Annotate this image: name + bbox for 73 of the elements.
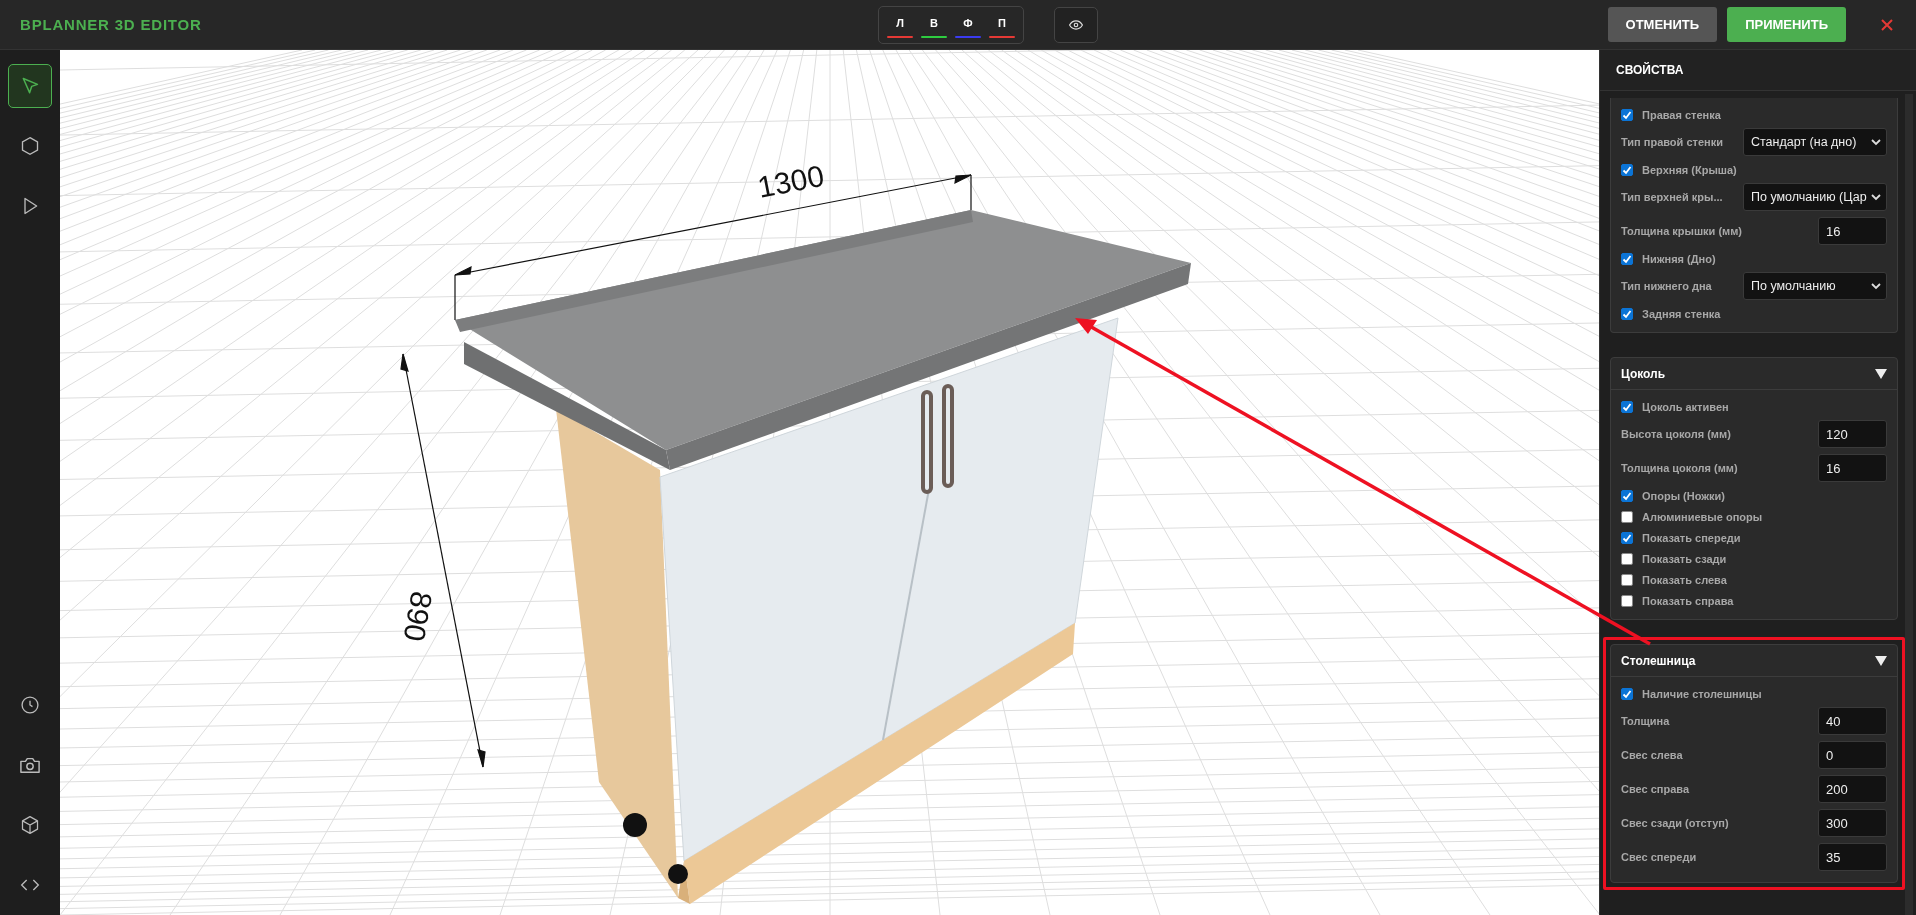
3d-viewport[interactable]: 1300 890 (60, 50, 1599, 915)
checkbox-label: Нижняя (Дно) (1642, 252, 1716, 265)
width-dimension-label: 1300 (754, 158, 827, 204)
chevron-down-icon (1871, 282, 1881, 290)
checkbox[interactable] (1621, 531, 1633, 544)
view-button[interactable]: П (989, 11, 1015, 38)
section-header[interactable]: Цоколь (1611, 358, 1897, 390)
checkbox[interactable] (1621, 552, 1633, 565)
checkbox-label: Показать спереди (1642, 531, 1741, 544)
view-button[interactable]: Ф (955, 11, 981, 38)
field-label: Свес спереди (1621, 851, 1697, 863)
checkbox-label: Показать справа (1642, 594, 1734, 607)
checkbox[interactable] (1621, 307, 1633, 320)
panel-title: СВОЙСТВА (1616, 63, 1684, 77)
number-field[interactable]: 0 (1818, 741, 1887, 769)
checkbox[interactable] (1621, 252, 1633, 265)
number-field[interactable]: 120 (1818, 420, 1887, 448)
action-button[interactable]: ОТМЕНИТЬ (1607, 7, 1718, 42)
view-button[interactable]: В (921, 11, 947, 38)
visibility-button[interactable] (1054, 6, 1098, 43)
field-label: Тип верхней кры... (1621, 191, 1723, 203)
checkbox[interactable] (1621, 573, 1633, 586)
close-icon[interactable] (1880, 17, 1894, 32)
eye-icon (1069, 17, 1083, 32)
view-button[interactable]: Л (887, 11, 913, 38)
scrollbar[interactable] (1905, 94, 1913, 915)
checkbox-label: Наличие столешницы (1642, 687, 1762, 700)
field-label: Тип нижнего дна (1621, 280, 1712, 292)
checkbox-label: Цоколь активен (1642, 400, 1729, 413)
checkbox-label: Алюминиевые опоры (1642, 510, 1763, 523)
number-field[interactable]: 200 (1818, 775, 1887, 803)
field-label: Толщина крышки (мм) (1621, 225, 1743, 237)
checkbox-label: Верхняя (Крыша) (1642, 163, 1737, 176)
tool-button[interactable] (8, 64, 52, 108)
section-header[interactable]: Столешница (1611, 645, 1897, 677)
field-label: Толщина цоколя (мм) (1621, 462, 1738, 474)
height-dimension-label: 890 (397, 588, 439, 644)
checkbox[interactable] (1621, 108, 1633, 121)
chevron-down-icon (1871, 138, 1881, 146)
checkbox-label: Опоры (Ножки) (1642, 489, 1725, 502)
checkbox[interactable] (1621, 687, 1633, 700)
field-label: Тип правой стенки (1621, 136, 1723, 148)
field-label: Свес справа (1621, 783, 1690, 795)
dropdown[interactable]: По умолчанию (Цар (1743, 183, 1887, 211)
checkbox[interactable] (1621, 594, 1633, 607)
number-field[interactable]: 35 (1818, 843, 1887, 871)
pointer-icon (20, 76, 40, 96)
number-field[interactable]: 40 (1818, 707, 1887, 735)
checkbox[interactable] (1621, 489, 1633, 502)
number-field[interactable]: 16 (1818, 454, 1887, 482)
checkbox-label: Правая стенка (1642, 108, 1721, 121)
checkbox-label: Показать слева (1642, 573, 1727, 586)
clock-icon (20, 695, 40, 715)
camera-icon (19, 755, 41, 775)
app-title: BPLANNER 3D EDITOR (20, 16, 203, 33)
checkbox[interactable] (1621, 400, 1633, 413)
field-label: Толщина (1621, 715, 1670, 727)
checkbox[interactable] (1621, 510, 1633, 523)
dropdown[interactable]: Стандарт (на дно) (1743, 128, 1887, 156)
checkbox[interactable] (1621, 163, 1633, 176)
number-field[interactable]: 16 (1818, 217, 1887, 245)
cube-icon (20, 815, 40, 835)
hexagon-icon (20, 136, 40, 156)
number-field[interactable]: 300 (1818, 809, 1887, 837)
field-label: Свес слева (1621, 749, 1683, 761)
section-title: Столешница (1621, 653, 1696, 668)
section-title: Цоколь (1621, 366, 1666, 381)
chevron-down-icon (1871, 193, 1881, 201)
field-label: Высота цоколя (мм) (1621, 428, 1731, 440)
field-label: Свес сзади (отступ) (1621, 817, 1729, 829)
dropdown[interactable]: По умолчанию (1743, 272, 1887, 300)
checkbox-label: Показать сзади (1642, 552, 1727, 565)
checkbox-label: Задняя стенка (1642, 307, 1721, 320)
